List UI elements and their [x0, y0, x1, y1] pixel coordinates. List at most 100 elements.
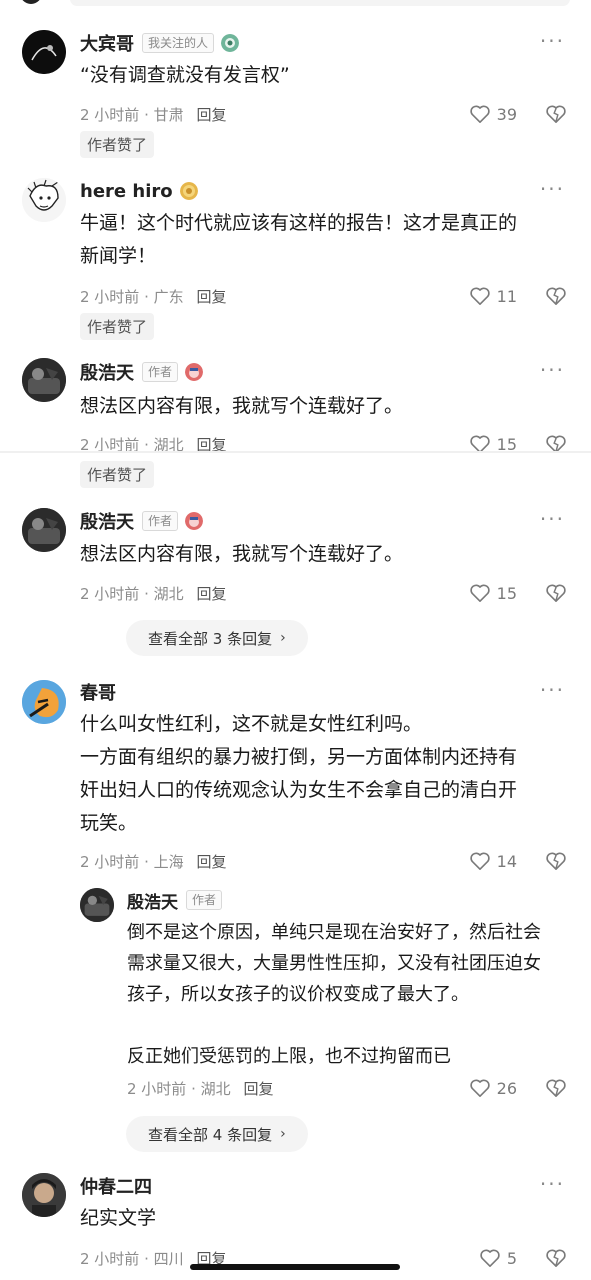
like-button[interactable]: 15 — [469, 583, 517, 603]
home-indicator[interactable] — [190, 1264, 400, 1270]
more-dots-icon[interactable]: ··· — [540, 31, 565, 51]
following-tag: 我关注的人 — [142, 33, 215, 53]
name-row: 殷浩天 作者 — [80, 508, 204, 534]
comment-meta: 2 小时前 · 湖北 回复 — [80, 583, 226, 604]
avatar[interactable] — [22, 508, 66, 552]
heart-icon — [469, 1079, 490, 1097]
comment-text: 想法区内容有限，我就写个连载好了。 — [80, 543, 404, 565]
reply-location: 湖北 — [200, 1080, 231, 1098]
like-count: 39 — [496, 104, 517, 124]
user-name[interactable]: 仲春二四 — [80, 1173, 152, 1199]
reply-avatar[interactable] — [80, 888, 114, 922]
user-name[interactable]: 春哥 — [80, 679, 116, 705]
author-tag: 作者 — [142, 511, 179, 531]
author-liked-badge: 作者赞了 — [80, 313, 155, 340]
avatar[interactable] — [22, 1173, 66, 1217]
meta-separator: · — [144, 853, 149, 871]
more-dots-icon[interactable]: ··· — [540, 509, 565, 529]
comment-time: 2 小时前 — [80, 288, 140, 306]
reply-time: 2 小时前 — [127, 1080, 187, 1098]
broken-heart-icon[interactable] — [545, 1078, 567, 1098]
reply-text: 倒不是这个原因，单纯只是现在治安好了，然后社会 需求量又很大，大量男性性压抑，又… — [127, 922, 541, 1067]
meta-separator: · — [191, 1080, 196, 1098]
comment-location: 四川 — [153, 1250, 184, 1268]
chevron-right-icon: › — [280, 1126, 286, 1142]
name-row: here hiro — [80, 179, 198, 203]
comment-time: 2 小时前 — [80, 106, 140, 124]
user-badge-icon — [185, 363, 204, 381]
comment-text: 想法区内容有限，我就写个连载好了。 — [80, 395, 404, 417]
heart-icon — [469, 852, 490, 870]
heart-icon — [469, 105, 490, 123]
broken-heart-icon[interactable] — [545, 851, 567, 871]
reply-button[interactable]: 回复 — [196, 288, 226, 306]
meta-separator: · — [144, 288, 149, 306]
avatar[interactable] — [22, 358, 66, 402]
avatar[interactable] — [22, 178, 66, 222]
reply-button[interactable]: 回复 — [196, 585, 226, 603]
heart-icon — [480, 1249, 500, 1267]
name-row: 春哥 — [80, 680, 116, 704]
reply-button[interactable]: 回复 — [196, 853, 226, 871]
broken-heart-icon[interactable] — [545, 583, 567, 603]
like-count: 5 — [506, 1248, 517, 1268]
broken-heart-icon[interactable] — [545, 104, 567, 124]
more-dots-icon[interactable]: ··· — [540, 179, 565, 199]
user-name[interactable]: 殷浩天 — [80, 508, 134, 534]
previous-comment-edge — [0, 0, 591, 10]
more-dots-icon[interactable]: ··· — [540, 360, 565, 380]
reply-meta: 2 小时前 · 湖北 回复 — [127, 1078, 273, 1099]
name-row: 仲春二四 — [80, 1174, 152, 1198]
more-dots-icon[interactable]: ··· — [540, 680, 565, 700]
meta-separator: · — [144, 106, 149, 124]
user-name[interactable]: here hiro — [80, 181, 173, 202]
broken-heart-icon[interactable] — [545, 1248, 567, 1268]
user-badge-icon — [221, 34, 240, 52]
avatar-edge — [20, 0, 42, 4]
heart-icon — [469, 584, 490, 602]
like-button[interactable]: 39 — [469, 104, 517, 124]
chevron-right-icon: › — [280, 630, 286, 646]
comment-time: 2 小时前 — [80, 585, 140, 603]
view-all-replies-button[interactable]: 查看全部 4 条回复 › — [126, 1116, 308, 1152]
avatar[interactable] — [22, 30, 66, 74]
author-liked-badge: 作者赞了 — [80, 461, 155, 488]
name-row: 大宾哥 我关注的人 — [80, 30, 240, 56]
reply-name-row: 殷浩天 作者 — [127, 888, 223, 913]
user-name[interactable]: 殷浩天 — [80, 359, 134, 385]
author-liked-badge: 作者赞了 — [80, 131, 155, 158]
view-replies-label: 查看全部 4 条回复 — [148, 1125, 273, 1144]
view-all-replies-button[interactable]: 查看全部 3 条回复 › — [126, 620, 308, 656]
like-button[interactable]: 26 — [469, 1078, 517, 1098]
author-tag: 作者 — [186, 890, 223, 910]
like-count: 26 — [496, 1078, 517, 1098]
comment-text: 纪实文学 — [80, 1207, 157, 1229]
like-button[interactable]: 14 — [469, 851, 517, 871]
comment-meta: 2 小时前 · 甘肃 回复 — [80, 104, 226, 125]
like-button[interactable]: 11 — [469, 286, 517, 306]
comment-text: “没有调查就没有发言权” — [80, 64, 290, 86]
more-dots-icon[interactable]: ··· — [540, 1174, 565, 1194]
like-count: 11 — [496, 286, 517, 306]
author-tag: 作者 — [142, 362, 179, 382]
view-replies-label: 查看全部 3 条回复 — [148, 629, 273, 648]
comment-meta: 2 小时前 · 上海 回复 — [80, 851, 226, 872]
like-button[interactable]: 5 — [479, 1248, 517, 1268]
comment-location: 甘肃 — [153, 106, 184, 124]
reply-button[interactable]: 回复 — [243, 1080, 273, 1098]
broken-heart-icon[interactable] — [545, 286, 567, 306]
meta-separator: · — [144, 585, 149, 603]
comment-text: 牛逼！这个时代就应该有这样的报告！这才是真正的 新闻学！ — [80, 212, 518, 267]
reply-button[interactable]: 回复 — [196, 106, 226, 124]
comment-meta: 2 小时前 · 广东 回复 — [80, 286, 226, 307]
user-name[interactable]: 大宾哥 — [80, 30, 134, 56]
avatar[interactable] — [22, 680, 66, 724]
comment-location: 广东 — [153, 288, 184, 306]
heart-icon — [469, 287, 490, 305]
comment-time: 2 小时前 — [80, 853, 140, 871]
user-badge-icon — [185, 512, 204, 530]
coin-badge-icon — [179, 182, 198, 200]
comment-location: 湖北 — [153, 585, 184, 603]
reply-user-name[interactable]: 殷浩天 — [127, 888, 178, 913]
comment-time: 2 小时前 — [80, 1250, 140, 1268]
